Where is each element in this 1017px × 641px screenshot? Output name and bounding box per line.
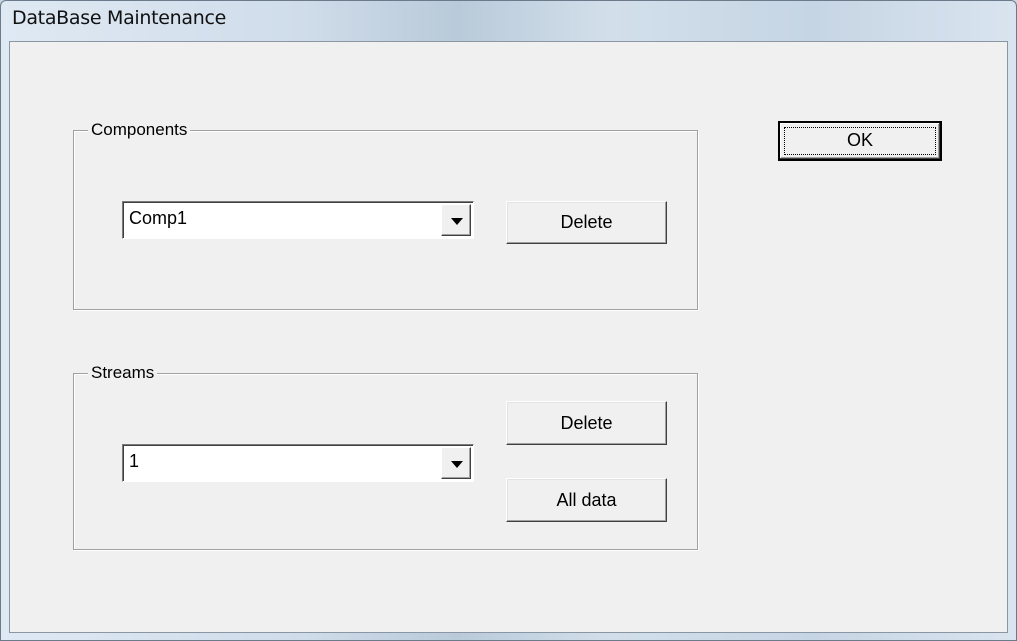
all-data-button[interactable]: All data <box>506 478 667 522</box>
streams-delete-button[interactable]: Delete <box>506 401 667 445</box>
all-data-label: All data <box>556 490 617 510</box>
streams-delete-label: Delete <box>560 413 613 433</box>
dialog-client-area: OK Components Comp1 Delete Streams 1 Del… <box>9 41 1008 633</box>
components-delete-label: Delete <box>560 212 613 232</box>
components-dropdown-button[interactable] <box>441 204 471 236</box>
window-title: DataBase Maintenance <box>12 7 227 29</box>
dialog-window: DataBase Maintenance OK Components Comp1… <box>0 0 1017 641</box>
streams-dropdown-button[interactable] <box>441 447 471 479</box>
title-bar[interactable]: DataBase Maintenance <box>1 1 1016 41</box>
components-group: Components Comp1 Delete <box>73 118 698 310</box>
components-dropdown[interactable]: Comp1 <box>122 201 474 239</box>
components-delete-button[interactable]: Delete <box>506 201 667 244</box>
streams-dropdown[interactable]: 1 <box>122 444 474 482</box>
components-group-label: Components <box>88 118 191 142</box>
focus-rectangle <box>784 127 936 155</box>
streams-selected-value: 1 <box>129 451 140 471</box>
streams-group-label: Streams <box>88 361 158 385</box>
chevron-down-icon <box>451 218 463 225</box>
components-selected-value: Comp1 <box>129 208 188 228</box>
chevron-down-icon <box>451 461 463 468</box>
ok-button[interactable]: OK <box>778 121 942 161</box>
streams-group: Streams 1 Delete All data <box>73 361 698 550</box>
